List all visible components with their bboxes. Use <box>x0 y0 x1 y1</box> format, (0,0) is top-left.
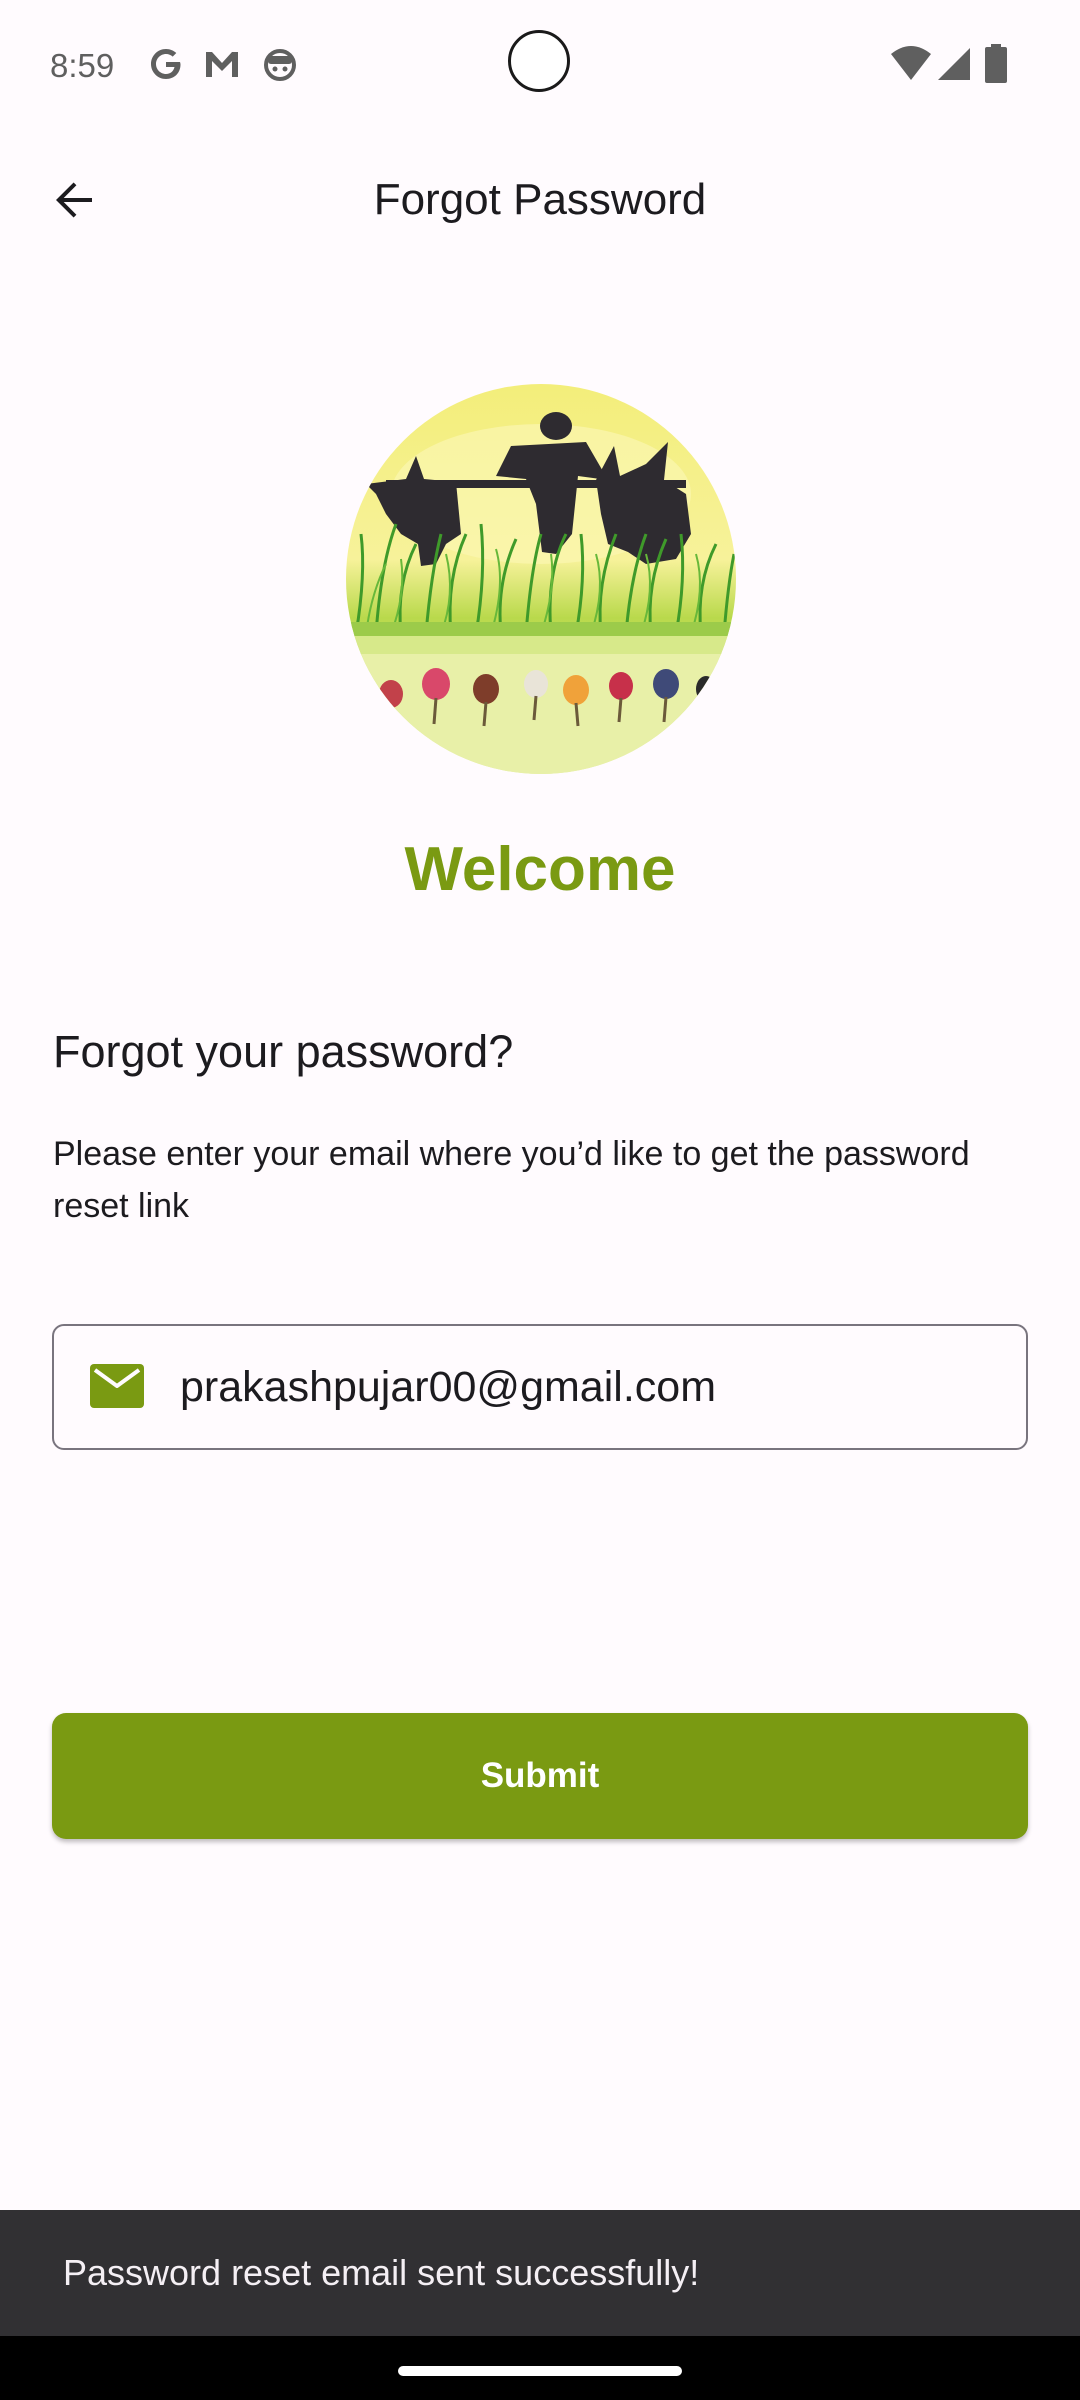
wifi-icon <box>890 44 932 84</box>
welcome-heading: Welcome <box>404 835 676 904</box>
forgot-password-heading: Forgot your password? <box>53 1026 514 1077</box>
status-bar: 8:59 <box>0 0 1080 128</box>
mail-icon <box>90 1364 144 1408</box>
page-title: Forgot Password <box>373 175 707 224</box>
robot-face-icon <box>260 44 300 84</box>
app-bar: Forgot Password <box>0 128 1080 274</box>
status-time: 8:59 <box>50 47 115 84</box>
snackbar: Password reset email sent successfully! <box>0 2210 1080 2336</box>
submit-button[interactable]: Submit <box>52 1713 1028 1839</box>
navigation-bar <box>0 2336 1080 2400</box>
battery-icon <box>984 44 1008 84</box>
gmail-icon <box>202 44 242 84</box>
email-input[interactable] <box>180 1326 1000 1448</box>
google-icon <box>146 44 186 84</box>
home-gesture-handle[interactable] <box>398 2366 682 2376</box>
email-field[interactable] <box>52 1324 1028 1450</box>
farmers-oxen-logo <box>346 384 736 774</box>
instructions-text: Please enter your email where you’d like… <box>53 1135 970 1225</box>
cellular-signal-icon <box>936 44 976 84</box>
snackbar-message: Password reset email sent successfully! <box>63 2252 700 2293</box>
camera-cutout <box>508 30 570 92</box>
